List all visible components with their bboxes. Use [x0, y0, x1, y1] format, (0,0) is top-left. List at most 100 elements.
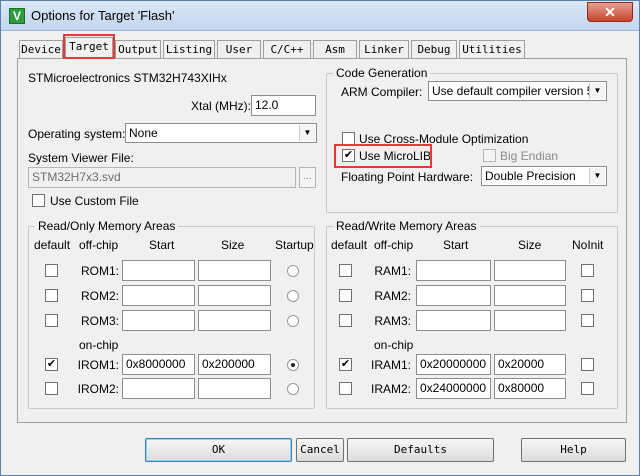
device-name: STMicroelectronics STM32H743XIHx [28, 71, 227, 85]
iram1-start-input[interactable]: 0x20000000 [416, 354, 491, 375]
rom2-start-input[interactable] [122, 285, 195, 306]
tab-asm[interactable]: Asm [313, 40, 357, 59]
iram1-default-checkbox[interactable]: ✔ [339, 358, 352, 371]
close-button[interactable]: ✕ [587, 2, 633, 22]
options-dialog: V Options for Target 'Flash' ✕ Device Ta… [0, 0, 640, 476]
rw-header-start: Start [443, 238, 469, 252]
rom1-size-input[interactable] [198, 260, 271, 281]
rom3-start-input[interactable] [122, 310, 195, 331]
svd-input[interactable]: STM32H7x3.svd [28, 167, 296, 188]
arm-compiler-select[interactable]: Use default compiler version 5 ▼ [428, 81, 607, 101]
readwrite-memory-title: Read/Write Memory Areas [333, 219, 480, 233]
ram1-size-input[interactable] [494, 260, 566, 281]
rw-header-noinit: NoInit [572, 238, 604, 252]
rw-header-offchip: off-chip [374, 238, 414, 252]
ram2-default-checkbox[interactable] [339, 289, 352, 302]
ro-header-size: Size [221, 238, 245, 252]
irom1-startup-radio[interactable] [287, 359, 299, 371]
defaults-button[interactable]: Defaults [347, 438, 494, 462]
irom1-size-input[interactable]: 0x200000 [198, 354, 271, 375]
iram1-noinit-checkbox[interactable] [581, 358, 594, 371]
keil-app-icon: V [9, 8, 25, 24]
cancel-button[interactable]: Cancel [296, 438, 344, 462]
tab-cpp[interactable]: C/C++ [263, 40, 311, 59]
chevron-down-icon: ▼ [589, 168, 605, 184]
rw-header-size: Size [518, 238, 542, 252]
ram1-noinit-checkbox[interactable] [581, 264, 594, 277]
irom1-default-checkbox[interactable]: ✔ [45, 358, 58, 371]
fpu-value: Double Precision [485, 169, 576, 183]
title-bar[interactable]: V Options for Target 'Flash' ✕ [1, 1, 639, 31]
tab-device[interactable]: Device [19, 40, 63, 59]
irom2-startup-radio[interactable] [287, 383, 299, 395]
ro-header-startup: Startup [275, 238, 314, 252]
iram2-default-checkbox[interactable] [339, 382, 352, 395]
rom1-start-input[interactable] [122, 260, 195, 281]
tab-user[interactable]: User [217, 40, 261, 59]
big-endian-checkbox[interactable] [483, 149, 496, 162]
ram3-start-input[interactable] [416, 310, 491, 331]
ro-header-default: default [34, 238, 71, 252]
ram3-default-checkbox[interactable] [339, 314, 352, 327]
rom3-size-input[interactable] [198, 310, 271, 331]
target-tab-highlight-box [63, 34, 115, 59]
arm-compiler-label: ARM Compiler: [341, 85, 423, 99]
rom1-startup-radio[interactable] [287, 265, 299, 277]
rom2-label: ROM2: [80, 289, 119, 303]
ram3-noinit-checkbox[interactable] [581, 314, 594, 327]
os-label: Operating system: [28, 127, 126, 141]
ram2-noinit-checkbox[interactable] [581, 289, 594, 302]
iram1-size-input[interactable]: 0x20000 [494, 354, 566, 375]
rom3-label: ROM3: [80, 314, 119, 328]
code-generation-title: Code Generation [333, 66, 431, 80]
window-title: Options for Target 'Flash' [31, 8, 175, 23]
svd-browse-button[interactable]: ... [299, 167, 316, 188]
irom2-start-input[interactable] [122, 378, 195, 399]
help-button[interactable]: Help [521, 438, 626, 462]
rom2-default-checkbox[interactable] [45, 289, 58, 302]
custom-file-checkbox[interactable] [32, 194, 45, 207]
tab-utilities[interactable]: Utilities [459, 40, 525, 59]
ro-header-start: Start [149, 238, 175, 252]
ram2-start-input[interactable] [416, 285, 491, 306]
tab-listing[interactable]: Listing [163, 40, 215, 59]
custom-file-label: Use Custom File [50, 194, 139, 208]
irom1-start-input[interactable]: 0x8000000 [122, 354, 195, 375]
os-select[interactable]: None ▼ [125, 123, 317, 143]
iram2-size-input[interactable]: 0x80000 [494, 378, 566, 399]
tab-linker[interactable]: Linker [359, 40, 409, 59]
ram1-default-checkbox[interactable] [339, 264, 352, 277]
iram1-label: IRAM1: [370, 358, 411, 372]
iram2-start-input[interactable]: 0x24000000 [416, 378, 491, 399]
ro-onchip-label: on-chip [79, 338, 119, 352]
rom1-label: ROM1: [80, 264, 119, 278]
tab-debug[interactable]: Debug [411, 40, 457, 59]
rom3-startup-radio[interactable] [287, 315, 299, 327]
rom2-size-input[interactable] [198, 285, 271, 306]
chevron-down-icon: ▼ [589, 83, 605, 99]
rw-onchip-label: on-chip [374, 338, 414, 352]
ram1-start-input[interactable] [416, 260, 491, 281]
ram2-label: RAM2: [374, 289, 411, 303]
ram1-label: RAM1: [374, 264, 411, 278]
xtal-label: Xtal (MHz): [191, 99, 251, 113]
rw-header-default: default [331, 238, 368, 252]
microlib-highlight-box [334, 144, 432, 168]
tab-output[interactable]: Output [115, 40, 161, 59]
iram2-noinit-checkbox[interactable] [581, 382, 594, 395]
ram3-label: RAM3: [374, 314, 411, 328]
rom3-default-checkbox[interactable] [45, 314, 58, 327]
rom1-default-checkbox[interactable] [45, 264, 58, 277]
xtal-input[interactable]: 12.0 [251, 95, 316, 116]
irom2-default-checkbox[interactable] [45, 382, 58, 395]
fpu-select[interactable]: Double Precision ▼ [481, 166, 607, 186]
irom2-label: IROM2: [77, 382, 119, 396]
ram2-size-input[interactable] [494, 285, 566, 306]
os-select-value: None [129, 126, 158, 140]
rom2-startup-radio[interactable] [287, 290, 299, 302]
irom2-size-input[interactable] [198, 378, 271, 399]
svd-label: System Viewer File: [28, 151, 134, 165]
ram3-size-input[interactable] [494, 310, 566, 331]
ok-button[interactable]: OK [145, 438, 292, 462]
big-endian-label: Big Endian [500, 149, 559, 163]
